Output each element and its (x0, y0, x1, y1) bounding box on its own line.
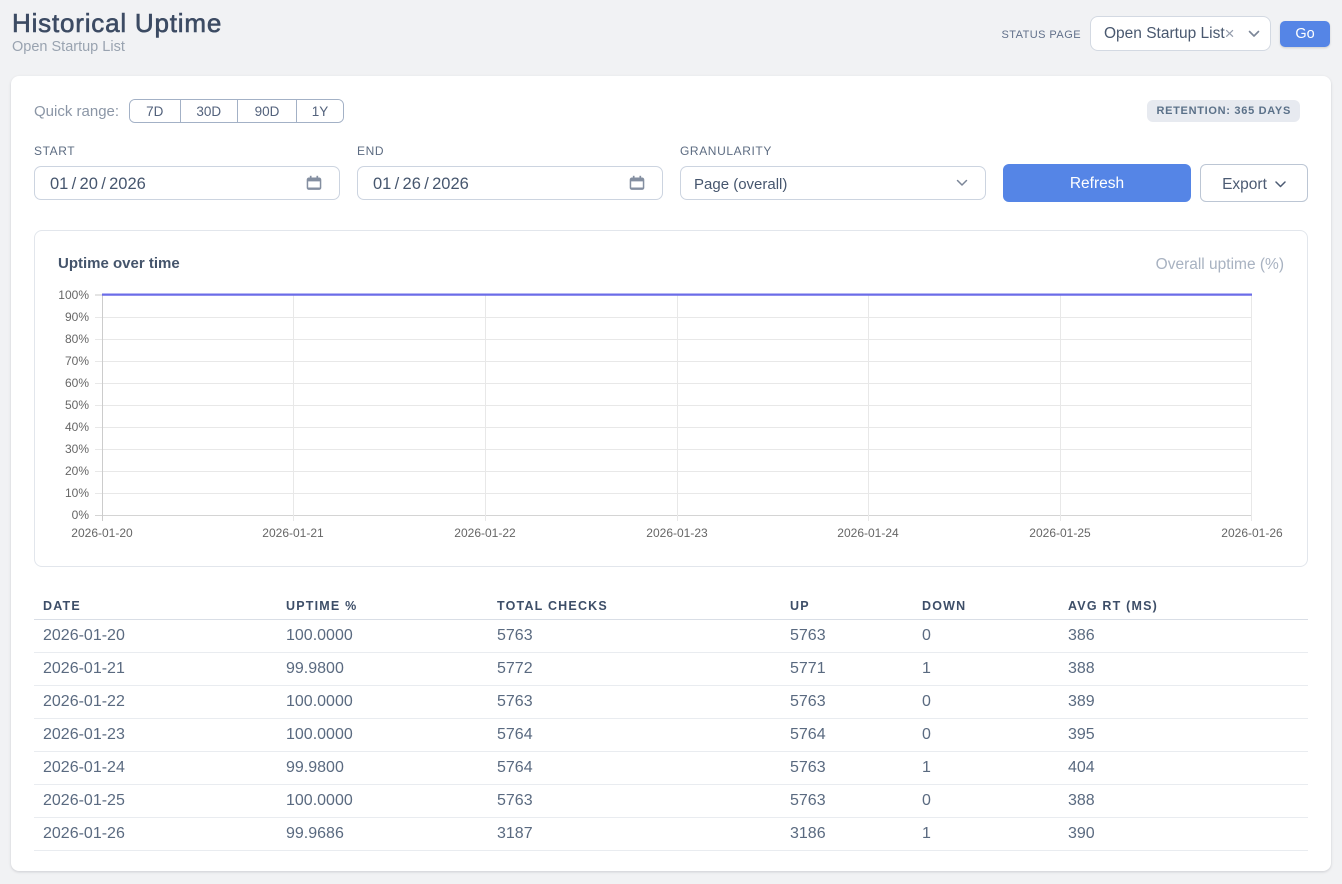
svg-text:2026-01-21: 2026-01-21 (262, 526, 324, 540)
svg-text:2026-01-20: 2026-01-20 (71, 526, 133, 540)
svg-text:100%: 100% (58, 288, 89, 302)
svg-text:0%: 0% (72, 508, 90, 522)
svg-text:2026-01-24: 2026-01-24 (837, 526, 899, 540)
svg-text:2026-01-22: 2026-01-22 (454, 526, 516, 540)
svg-text:2026-01-25: 2026-01-25 (1029, 526, 1091, 540)
svg-text:20%: 20% (65, 464, 89, 478)
svg-text:40%: 40% (65, 420, 89, 434)
svg-text:80%: 80% (65, 332, 89, 346)
svg-text:50%: 50% (65, 398, 89, 412)
svg-text:70%: 70% (65, 354, 89, 368)
svg-text:30%: 30% (65, 442, 89, 456)
svg-text:60%: 60% (65, 376, 89, 390)
svg-text:10%: 10% (65, 486, 89, 500)
svg-text:2026-01-26: 2026-01-26 (1221, 526, 1283, 540)
svg-text:2026-01-23: 2026-01-23 (646, 526, 708, 540)
svg-text:90%: 90% (65, 310, 89, 324)
